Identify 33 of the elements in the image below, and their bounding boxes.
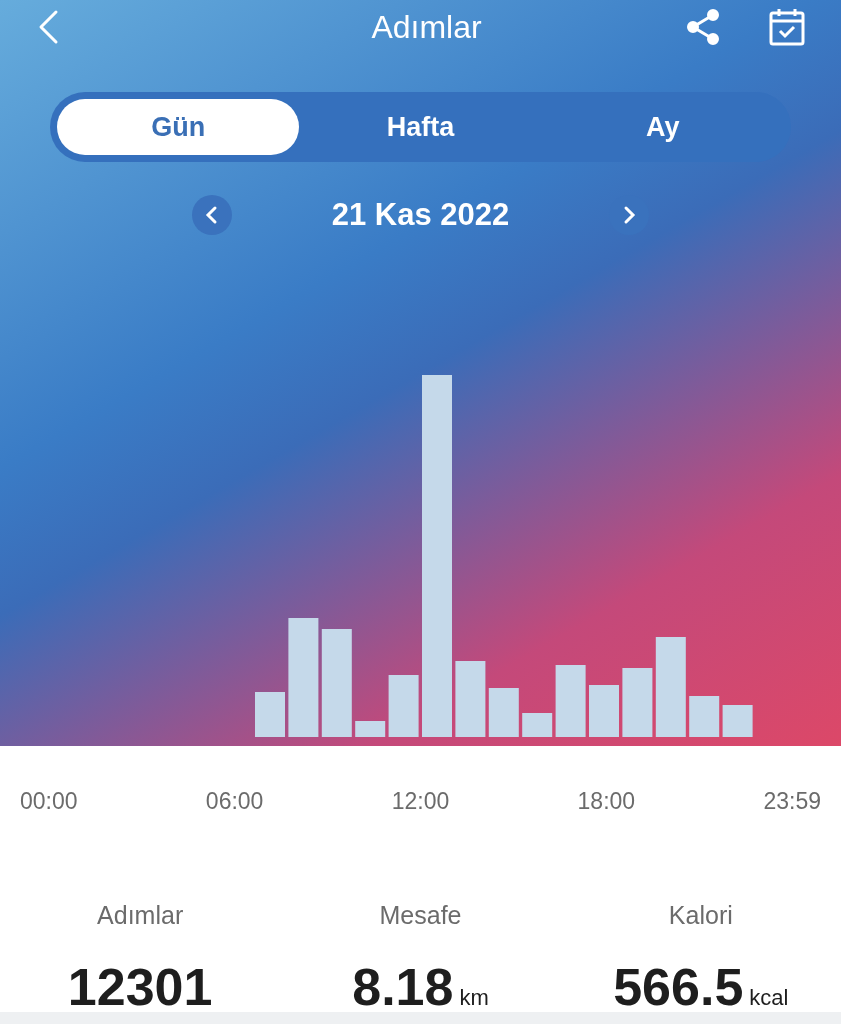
chart-bar <box>622 668 653 737</box>
calendar-icon[interactable] <box>769 8 805 46</box>
stat-unit: km <box>459 984 489 1012</box>
stat-label: Mesafe <box>379 899 462 931</box>
previous-day-button[interactable] <box>191 195 232 236</box>
chevron-left-icon <box>204 205 219 226</box>
stat-value: 566.5 <box>613 957 744 1018</box>
chart-bar <box>255 692 285 737</box>
chevron-right-icon <box>622 205 637 226</box>
time-axis-label: 06:00 <box>205 787 264 816</box>
time-axis-label: 12:00 <box>391 787 450 816</box>
time-axis-label: 18:00 <box>577 787 636 816</box>
period-tab[interactable]: Ay <box>541 99 784 155</box>
time-axis-label: 23:59 <box>763 787 821 816</box>
chart-bar <box>388 675 419 737</box>
stat-label: Adımlar <box>97 899 184 931</box>
stat-value: 8.18 <box>352 957 454 1018</box>
stat-label: Kalori <box>668 899 733 931</box>
date-label: 21 Kas 2022 <box>331 196 510 234</box>
share-icon[interactable] <box>685 9 721 45</box>
chart-bar <box>722 705 753 737</box>
chart-bar <box>589 685 619 737</box>
chart-bar <box>689 696 720 737</box>
period-tab[interactable]: Gün <box>57 99 300 155</box>
stat-value: 12301 <box>67 957 213 1018</box>
period-tab[interactable]: Hafta <box>299 99 542 155</box>
stat-unit: kcal <box>749 984 789 1012</box>
page-title: Adımlar <box>371 8 482 47</box>
chart-bar <box>522 713 553 737</box>
time-axis-label: 00:00 <box>20 787 78 816</box>
chart-bar <box>555 665 586 737</box>
chart-bar <box>355 721 386 737</box>
chart-bar <box>488 688 519 737</box>
